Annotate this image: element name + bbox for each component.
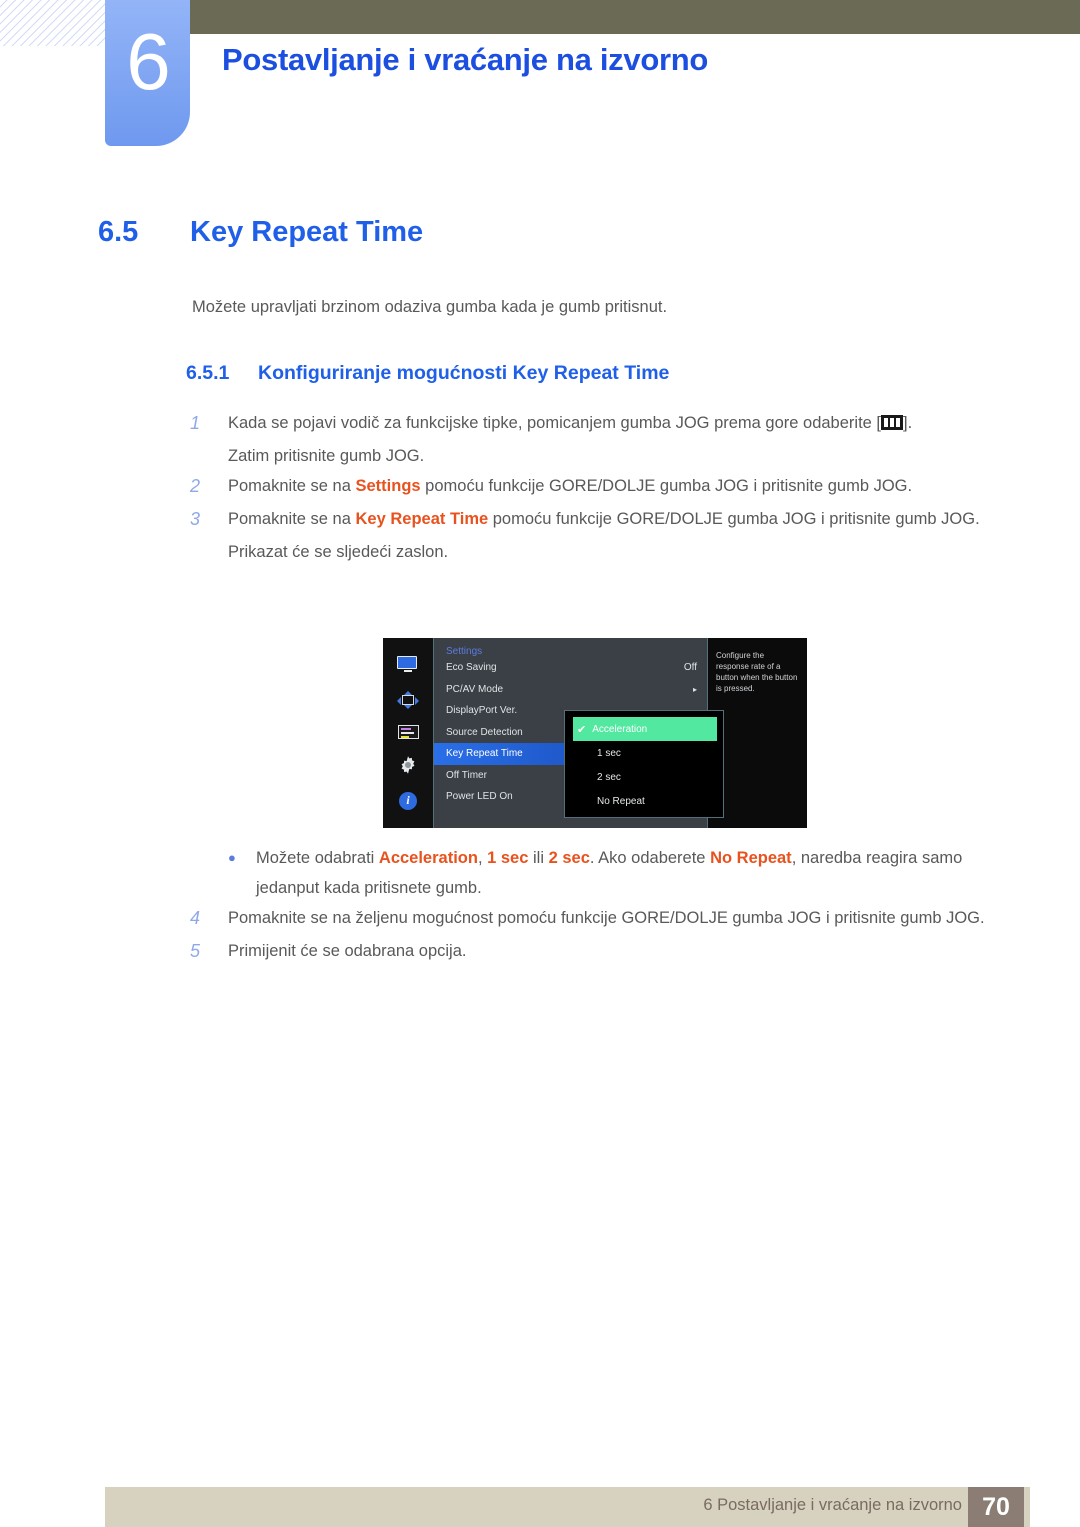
step-text: Pomaknite se na Key Repeat Time pomoću f… xyxy=(228,504,1000,534)
step-text: Pomaknite se na Settings pomoću funkcije… xyxy=(228,471,1000,501)
bullet-highlight-acceleration: Acceleration xyxy=(378,849,478,867)
chapter-title: Postavljanje i vraćanje na izvorno xyxy=(222,42,708,77)
bullet-highlight-no-repeat: No Repeat xyxy=(710,849,792,867)
menu-bars-icon xyxy=(881,415,903,430)
osd-item-label: PC/AV Mode xyxy=(446,683,504,695)
step-number: 5 xyxy=(190,941,201,961)
bullet-note: ● Možete odabrati Acceleration, 1 sec il… xyxy=(228,843,998,903)
step-number: 3 xyxy=(190,509,201,529)
osd-item-label: Off Timer xyxy=(446,769,487,781)
step-item: 2 Pomaknite se na Settings pomoću funkci… xyxy=(190,471,1000,501)
step-item: 5 Primijenit će se odabrana opcija. xyxy=(190,936,1000,966)
header-olive-bar xyxy=(190,0,1080,34)
osd-option-acceleration[interactable]: ✔ Acceleration xyxy=(573,717,717,741)
step-item: 4 Pomaknite se na željenu mogućnost pomo… xyxy=(190,903,1000,933)
step-highlight-term: Settings xyxy=(355,477,421,495)
section-number: 6.5 xyxy=(98,216,139,248)
chapter-number: 6 xyxy=(126,17,170,106)
bullet-text-1: Možete odabrati xyxy=(256,849,379,867)
subsection-number: 6.5.1 xyxy=(186,362,230,384)
osd-option-no-repeat[interactable]: No Repeat xyxy=(565,789,723,813)
osd-panel-title: Settings xyxy=(446,646,483,657)
bullet-text: Možete odabrati Acceleration, 1 sec ili … xyxy=(256,843,998,903)
osd-item-label: Eco Saving xyxy=(446,662,497,674)
steps-list-2: 4 Pomaknite se na željenu mogućnost pomo… xyxy=(190,903,1000,969)
bullet-highlight-2-sec: 2 sec xyxy=(548,849,590,867)
step-text-pre: Pomaknite se na xyxy=(228,510,356,528)
step-extra-text: Prikazat će se sljedeći zaslon. xyxy=(228,543,449,561)
section-title: Key Repeat Time xyxy=(190,216,424,248)
step-text-pre: Kada se pojavi vodič za funkcijske tipke… xyxy=(228,414,881,432)
step-number: 1 xyxy=(190,413,201,433)
bullet-marker-icon: ● xyxy=(228,850,236,865)
step-item: 1 Kada se pojavi vodič za funkcijske tip… xyxy=(190,408,1000,438)
picture-lines-icon xyxy=(397,724,419,739)
step-text-post: pomoću funkcije GORE/DOLJE gumba JOG i p… xyxy=(488,510,980,528)
osd-item-label: Source Detection xyxy=(446,726,523,738)
subsection-heading: 6.5.1 Konfiguriranje mogućnosti Key Repe… xyxy=(186,362,669,385)
subsection-title: Konfiguriranje mogućnosti Key Repeat Tim… xyxy=(258,362,670,384)
osd-option-1-sec[interactable]: 1 sec xyxy=(565,741,723,765)
osd-settings-panel: Settings Eco Saving Off PC/AV Mode ▸ Dis… xyxy=(433,638,724,828)
gear-icon xyxy=(398,755,418,775)
osd-item-value: Off xyxy=(683,662,697,674)
step-text-post: ]. xyxy=(903,414,913,432)
bullet-text-2: , xyxy=(477,849,488,867)
footer-chapter-text: 6 Postavljanje i vraćanje na izvorno xyxy=(703,1496,962,1514)
osd-menu-screenshot: i Settings Eco Saving Off PC/AV Mode ▸ D… xyxy=(383,638,807,828)
osd-options-popup: ✔ Acceleration 1 sec 2 sec No Repeat xyxy=(564,710,724,818)
bullet-text-3: ili xyxy=(528,849,549,867)
osd-option-label: No Repeat xyxy=(597,795,645,807)
step-extra-text: Zatim pritisnite gumb JOG. xyxy=(228,447,425,465)
step-number: 2 xyxy=(190,476,201,496)
osd-item-label: Key Repeat Time xyxy=(446,748,523,760)
bullet-highlight-1-sec: 1 sec xyxy=(487,849,529,867)
osd-option-label: Acceleration xyxy=(592,723,648,735)
monitor-icon xyxy=(397,656,419,674)
step-text-pre: Pomaknite se na xyxy=(228,477,356,495)
osd-item-label: Power LED On xyxy=(446,791,513,803)
chapter-tab: 6 xyxy=(105,0,190,146)
steps-list-1: 1 Kada se pojavi vodič za funkcijske tip… xyxy=(190,408,1000,567)
section-heading: 6.5 Key Repeat Time xyxy=(98,216,423,249)
osd-option-2-sec[interactable]: 2 sec xyxy=(565,765,723,789)
step-item: 3 Pomaknite se na Key Repeat Time pomoću… xyxy=(190,504,1000,534)
osd-item-label: DisplayPort Ver. xyxy=(446,705,518,717)
info-icon: i xyxy=(399,791,417,810)
step-highlight-term: Key Repeat Time xyxy=(355,510,489,528)
bullet-text-4: . Ako odaberete xyxy=(589,849,711,867)
osd-menu-item-pc-av-mode[interactable]: PC/AV Mode ▸ xyxy=(434,679,707,701)
section-intro-text: Možete upravljati brzinom odaziva gumba … xyxy=(192,298,668,316)
step-text: Primijenit će se odabrana opcija. xyxy=(228,942,467,960)
move-arrows-icon xyxy=(397,690,419,709)
step-text-post: pomoću funkcije GORE/DOLJE gumba JOG i p… xyxy=(420,477,913,495)
osd-option-label: 1 sec xyxy=(597,747,621,759)
step-number: 4 xyxy=(190,908,201,928)
check-icon: ✔ xyxy=(577,723,587,736)
osd-menu-item-eco-saving[interactable]: Eco Saving Off xyxy=(434,657,707,679)
step-text: Kada se pojavi vodič za funkcijske tipke… xyxy=(228,408,1000,438)
step-text: Pomaknite se na željenu mogućnost pomoću… xyxy=(228,909,985,927)
osd-icon-rail: i xyxy=(383,638,433,828)
page-number: 70 xyxy=(968,1487,1024,1527)
chevron-right-icon: ▸ xyxy=(692,684,697,694)
osd-option-label: 2 sec xyxy=(597,771,621,783)
